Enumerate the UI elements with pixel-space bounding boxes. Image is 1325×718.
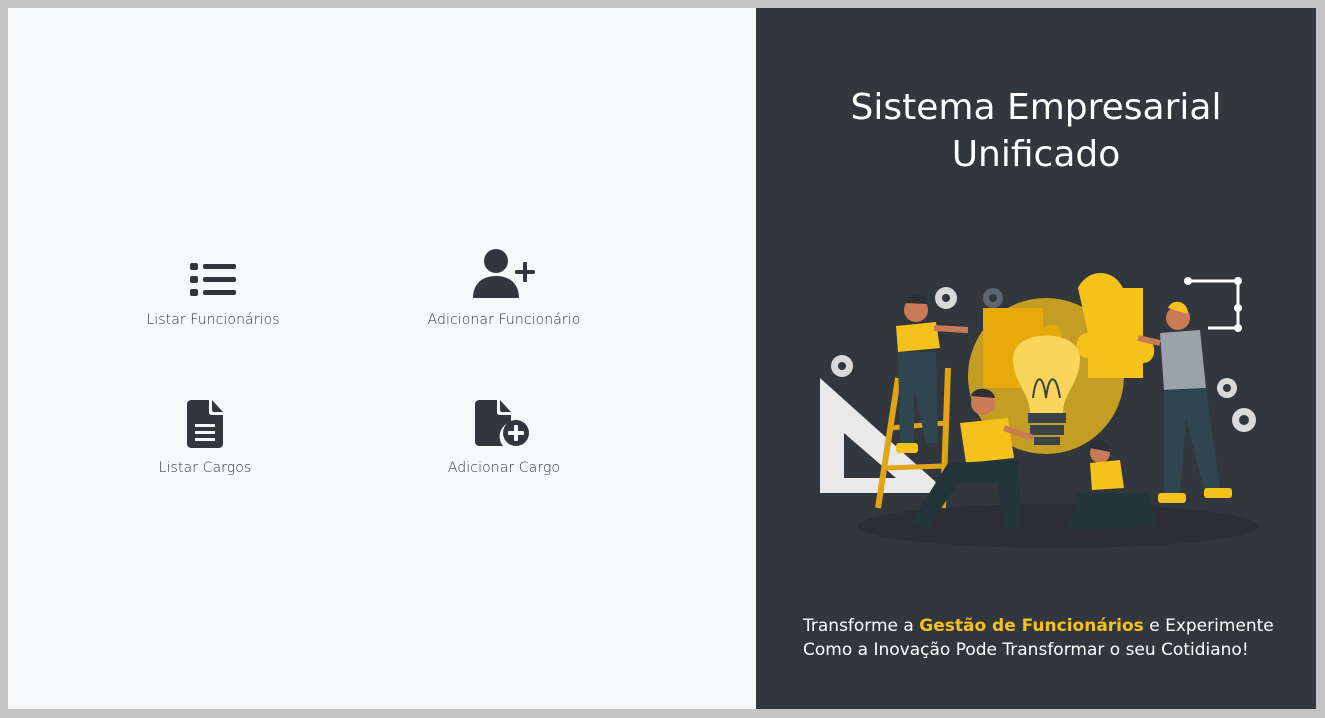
list-roles-label: Listar Cargos bbox=[158, 460, 252, 476]
list-roles-button[interactable]: Listar Cargos bbox=[95, 396, 315, 476]
file-plus-icon bbox=[475, 396, 533, 448]
list-icon bbox=[189, 248, 237, 300]
tagline-text-1: Transforme a bbox=[803, 616, 920, 636]
hero-panel: Sistema Empresarial Unificado Transforme… bbox=[756, 8, 1316, 709]
tagline-highlight: Gestão de Funcionários bbox=[919, 616, 1144, 636]
hero-title-line1: Sistema Empresarial bbox=[850, 87, 1222, 128]
list-employees-button[interactable]: Listar Funcionários bbox=[103, 248, 323, 328]
hero-title-line2: Unificado bbox=[951, 134, 1121, 175]
tagline-line2: Como a Inovação Pode Transformar o seu C… bbox=[803, 640, 1249, 660]
teamwork-illustration bbox=[820, 273, 1258, 548]
add-role-label: Adicionar Cargo bbox=[447, 460, 561, 476]
add-role-button[interactable]: Adicionar Cargo bbox=[394, 396, 614, 476]
add-employee-label: Adicionar Funcionário bbox=[427, 312, 581, 328]
tagline-text-2: e Experimente bbox=[1143, 616, 1274, 636]
app-frame: Listar Funcionários Adicionar Funcionári… bbox=[8, 8, 1316, 709]
hero-tagline: Transforme a Gestão de Funcionários e Ex… bbox=[803, 614, 1303, 662]
hero-title: Sistema Empresarial Unificado bbox=[756, 84, 1316, 178]
file-icon bbox=[187, 396, 223, 448]
list-employees-label: Listar Funcionários bbox=[146, 312, 280, 328]
add-employee-button[interactable]: Adicionar Funcionário bbox=[394, 248, 614, 328]
user-plus-icon bbox=[473, 248, 535, 300]
menu-panel: Listar Funcionários Adicionar Funcionári… bbox=[8, 8, 756, 709]
